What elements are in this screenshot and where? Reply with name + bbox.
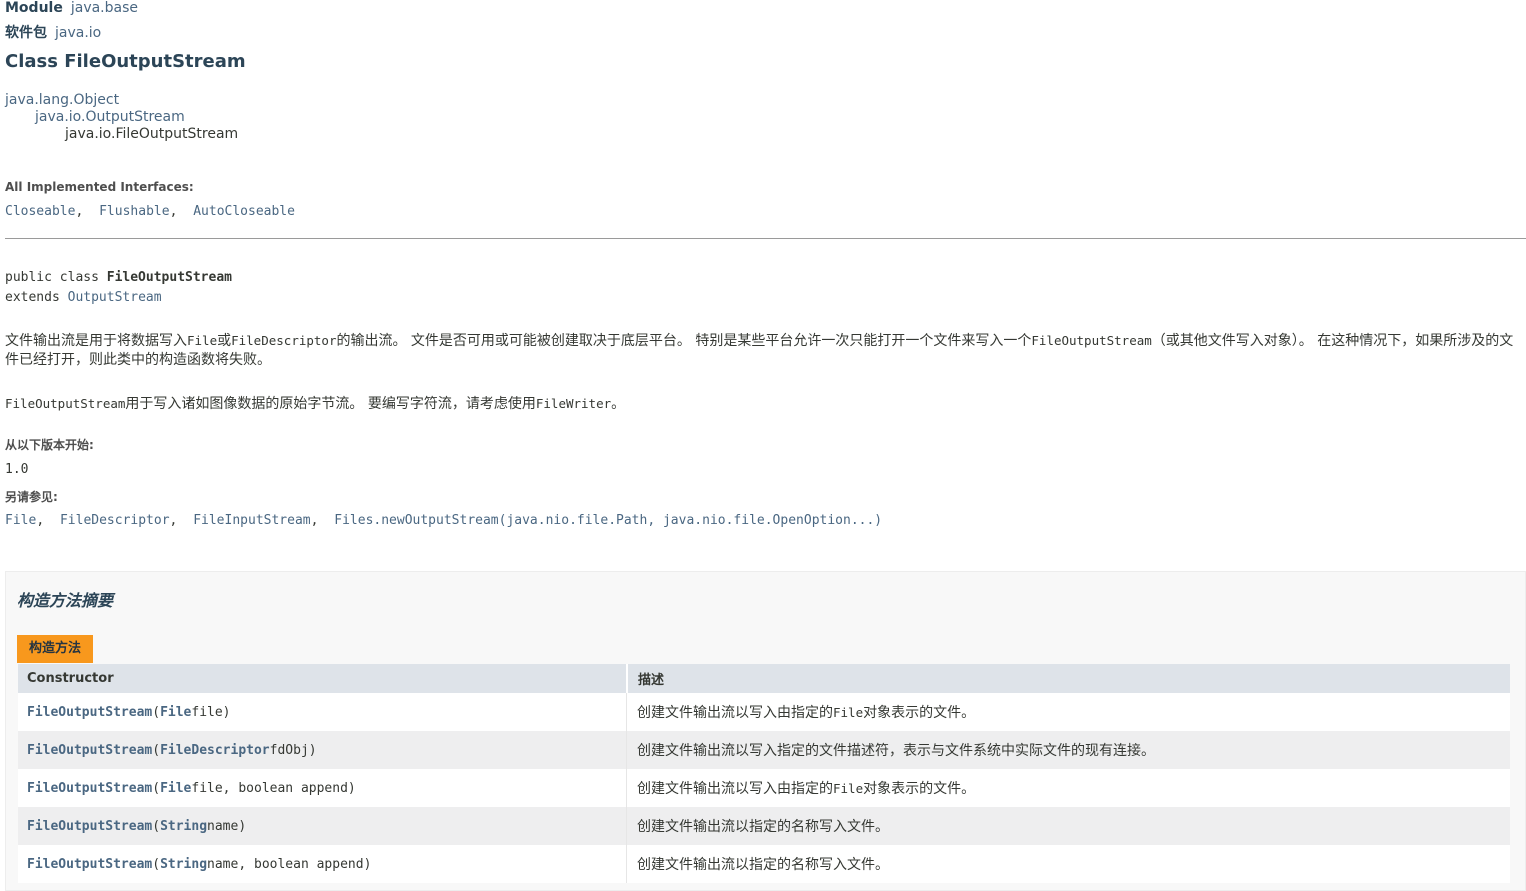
module-link[interactable]: java.base: [71, 0, 138, 16]
constructor-description: 创建文件输出流以写入由指定的 File 对象表示的文件。: [626, 769, 1510, 807]
class-extends: extends OutputStream: [5, 290, 162, 305]
interface-link-flushable[interactable]: Flushable: [99, 204, 169, 219]
param-type-link[interactable]: File: [160, 781, 191, 796]
constructor-signature: FileOutputStream(File file): [27, 704, 231, 720]
code-filewriter: FileWriter: [535, 396, 612, 411]
constructor-summary: 构造方法摘要 构造方法 Constructor 描述 FileOutputStr…: [5, 571, 1526, 891]
module-line: Module java.base: [5, 0, 138, 16]
constructor-link[interactable]: FileOutputStream: [27, 743, 152, 758]
param-type-link[interactable]: String: [160, 819, 207, 834]
constructor-signature: FileOutputStream(File file, boolean appe…: [27, 780, 356, 796]
table-row: FileOutputStream(File file, boolean appe…: [18, 769, 1510, 807]
constructor-signature: FileOutputStream(String name, boolean ap…: [27, 856, 372, 872]
extends-link[interactable]: OutputStream: [68, 290, 162, 305]
code-fileoutputstream: FileOutputStream: [5, 396, 126, 411]
since-label: 从以下版本开始:: [5, 438, 94, 452]
see-also-link-files-newoutputstream[interactable]: Files.newOutputStream(java.nio.file.Path…: [334, 513, 882, 528]
param-type-link[interactable]: File: [160, 705, 191, 720]
constructor-table: Constructor 描述 FileOutputStream(File fil…: [18, 664, 1510, 883]
table-header-row: Constructor 描述: [18, 664, 1510, 693]
table-row: FileOutputStream(File file) 创建文件输出流以写入由指…: [18, 693, 1510, 731]
class-title: Class FileOutputStream: [5, 51, 246, 72]
param-type-link[interactable]: FileDescriptor: [160, 743, 270, 758]
constructor-link[interactable]: FileOutputStream: [27, 819, 152, 834]
constructor-signature: FileOutputStream(FileDescriptor fdObj): [27, 742, 317, 758]
see-also-link-filedescriptor[interactable]: FileDescriptor: [60, 513, 170, 528]
description-paragraph-1: 文件输出流是用于将数据写入File或FileDescriptor的输出流。 文件…: [5, 333, 1514, 368]
package-link[interactable]: java.io: [55, 25, 101, 41]
table-caption-tab: 构造方法: [17, 635, 94, 663]
signature-class-name: FileOutputStream: [106, 270, 232, 285]
module-label: Module: [5, 0, 63, 16]
constructor-link[interactable]: FileOutputStream: [27, 857, 152, 872]
see-also-link-fileinputstream[interactable]: FileInputStream: [193, 513, 310, 528]
see-also-link-file[interactable]: File: [5, 513, 36, 528]
code-fileoutputstream: FileOutputStream: [1031, 333, 1152, 348]
constructor-description: 创建文件输出流以指定的名称写入文件。: [626, 845, 1510, 883]
interfaces-label: All Implemented Interfaces:: [5, 180, 194, 194]
constructor-link[interactable]: FileOutputStream: [27, 781, 152, 796]
constructor-description: 创建文件输出流以指定的名称写入文件。: [626, 807, 1510, 845]
signature-modifiers: public class: [5, 270, 107, 285]
table-row: FileOutputStream(FileDescriptor fdObj) 创…: [18, 731, 1510, 769]
constructor-description: 创建文件输出流以写入指定的文件描述符，表示与文件系统中实际文件的现有连接。: [626, 731, 1510, 769]
code-filedescriptor: FileDescriptor: [231, 333, 337, 348]
inheritance-outputstream-link[interactable]: java.io.OutputStream: [35, 109, 185, 125]
package-label: 软件包: [5, 25, 47, 41]
see-also-label: 另请参见:: [5, 490, 58, 504]
column-header-constructor: Constructor: [27, 671, 114, 686]
code-file: File: [187, 333, 218, 348]
summary-title: 构造方法摘要: [17, 591, 114, 610]
constructor-link[interactable]: FileOutputStream: [27, 705, 152, 720]
inheritance-current-class: java.io.FileOutputStream: [65, 126, 239, 142]
constructor-description: 创建文件输出流以写入由指定的 File 对象表示的文件。: [626, 693, 1510, 731]
table-row: FileOutputStream(String name) 创建文件输出流以指定…: [18, 807, 1510, 845]
interfaces-list: Closeable, Flushable, AutoCloseable: [5, 204, 295, 219]
table-row: FileOutputStream(String name, boolean ap…: [18, 845, 1510, 883]
class-signature: public class FileOutputStream: [5, 270, 232, 285]
divider: [5, 238, 1526, 239]
interface-link-closeable[interactable]: Closeable: [5, 204, 75, 219]
constructor-signature: FileOutputStream(String name): [27, 818, 247, 834]
since-value: 1.0: [5, 462, 29, 477]
inheritance-object-link[interactable]: java.lang.Object: [5, 92, 119, 108]
description-paragraph-2: FileOutputStream用于写入诸如图像数据的原始字节流。 要编写字符流…: [5, 396, 626, 412]
see-also-list: File, FileDescriptor, FileInputStream, F…: [5, 513, 883, 528]
signature-extends: extends: [5, 290, 68, 305]
param-type-link[interactable]: String: [160, 857, 207, 872]
column-header-description: 描述: [626, 664, 1510, 693]
package-line: 软件包 java.io: [5, 22, 101, 42]
interface-link-autocloseable[interactable]: AutoCloseable: [193, 204, 295, 219]
